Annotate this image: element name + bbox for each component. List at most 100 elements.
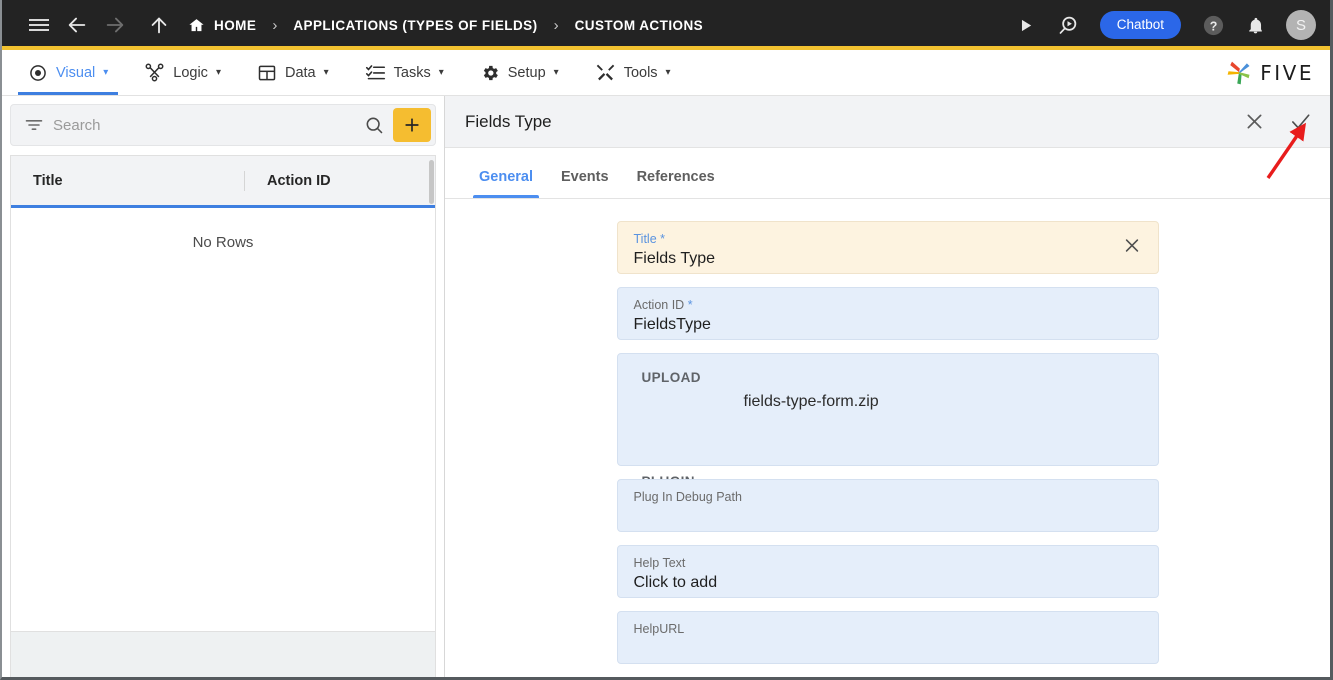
field-action-id[interactable]: Action ID * FieldsType — [617, 287, 1159, 340]
field-upload-plugin[interactable]: UPLOAD PLUGIN fields-type-form.zip — [617, 353, 1159, 466]
breadcrumb-item-applications[interactable]: APPLICATIONS (TYPES OF FIELDS) — [293, 18, 537, 33]
field-title[interactable]: Title * Fields Type — [617, 221, 1159, 274]
page-title: Fields Type — [465, 112, 552, 132]
menu-item-tools[interactable]: Tools ▾ — [577, 50, 689, 95]
svg-text:?: ? — [1209, 19, 1217, 33]
close-icon[interactable] — [1244, 111, 1265, 132]
records-list-panel: Title Action ID No Rows — [2, 96, 445, 677]
hamburger-menu-icon[interactable] — [20, 6, 58, 44]
grid-scrollbar[interactable] — [429, 160, 434, 204]
menu-item-label: Data — [285, 65, 316, 81]
play-icon[interactable] — [1007, 6, 1045, 44]
upload-plugin-label-block: UPLOAD PLUGIN — [642, 366, 746, 574]
field-help-text[interactable]: Help Text Click to add — [617, 545, 1159, 598]
breadcrumb-label: HOME — [214, 18, 256, 33]
arrow-left-icon[interactable] — [58, 6, 96, 44]
chatbot-button[interactable]: Chatbot — [1100, 11, 1181, 39]
menu-item-logic[interactable]: Logic ▾ — [126, 50, 239, 95]
search-input[interactable] — [47, 117, 357, 134]
arrow-up-icon[interactable] — [140, 6, 178, 44]
field-value-action-id: FieldsType — [634, 313, 1142, 337]
field-label-plugin-debug-path: Plug In Debug Path — [634, 489, 1142, 505]
breadcrumb-separator: › — [554, 17, 559, 34]
label-text: Title — [634, 232, 657, 246]
add-record-button[interactable] — [393, 108, 431, 142]
form-header-actions — [1244, 110, 1312, 133]
breadcrumb-separator: › — [272, 17, 277, 34]
five-brand-name: FIVE — [1260, 61, 1314, 85]
field-value-help-url — [634, 637, 1142, 661]
menu-item-label: Setup — [508, 65, 546, 81]
breadcrumb-item-custom-actions[interactable]: CUSTOM ACTIONS — [575, 18, 704, 33]
main-menu-bar: Visual ▾ Logic ▾ Data ▾ Tasks ▾ — [2, 50, 1330, 96]
table-grid-icon — [257, 63, 277, 83]
chevron-down-icon: ▾ — [103, 68, 108, 78]
record-form-panel: Fields Type General Events References — [445, 96, 1330, 677]
breadcrumb: HOME › APPLICATIONS (TYPES OF FIELDS) › … — [188, 17, 703, 34]
clear-title-icon[interactable] — [1122, 235, 1142, 260]
field-value-plugin-debug-path — [634, 505, 1142, 529]
search-play-icon[interactable] — [1049, 6, 1087, 44]
chevron-down-icon: ▾ — [216, 68, 221, 78]
menu-item-setup[interactable]: Setup ▾ — [462, 50, 577, 95]
checklist-icon — [365, 62, 386, 83]
upload-plugin-filename: fields-type-form.zip — [744, 390, 879, 414]
menu-item-label: Visual — [56, 65, 95, 81]
filter-icon[interactable] — [21, 115, 47, 135]
empty-state-message: No Rows — [193, 234, 254, 631]
form-header: Fields Type — [445, 96, 1330, 148]
menu-item-visual[interactable]: Visual ▾ — [10, 50, 126, 95]
field-help-url[interactable]: HelpURL — [617, 611, 1159, 664]
search-icon[interactable] — [357, 115, 391, 135]
field-value-title: Fields Type — [634, 247, 1142, 271]
column-header-action-id[interactable]: Action ID — [244, 171, 435, 191]
field-plugin-debug-path[interactable]: Plug In Debug Path — [617, 479, 1159, 532]
breadcrumb-label: CUSTOM ACTIONS — [575, 18, 704, 33]
chevron-down-icon: ▾ — [666, 68, 671, 78]
help-circle-icon[interactable]: ? — [1194, 6, 1232, 44]
required-asterisk: * — [684, 298, 692, 312]
menu-item-label: Tasks — [394, 65, 431, 81]
field-label-action-id: Action ID * — [634, 297, 1142, 313]
main-content-area: Title Action ID No Rows Fields Type — [2, 96, 1330, 677]
tab-events[interactable]: Events — [547, 169, 623, 198]
menu-item-data[interactable]: Data ▾ — [239, 50, 347, 95]
arrow-right-icon[interactable] — [96, 6, 134, 44]
eye-icon — [28, 63, 48, 83]
application-window: HOME › APPLICATIONS (TYPES OF FIELDS) › … — [0, 0, 1333, 680]
gear-icon — [480, 63, 500, 83]
chevron-down-icon: ▾ — [324, 68, 329, 78]
upload-label-line1: UPLOAD — [642, 366, 746, 470]
field-value-help-text: Click to add — [634, 571, 1142, 595]
top-bar-actions: Chatbot ? S — [1007, 6, 1330, 44]
menu-item-tasks[interactable]: Tasks ▾ — [347, 50, 462, 95]
menu-item-label: Tools — [624, 65, 658, 81]
breadcrumb-label: APPLICATIONS (TYPES OF FIELDS) — [293, 18, 537, 33]
form-tabs: General Events References — [445, 148, 1330, 199]
tab-references[interactable]: References — [623, 169, 729, 198]
five-brand-logo: FIVE — [1224, 50, 1330, 95]
bell-icon[interactable] — [1236, 6, 1274, 44]
avatar[interactable]: S — [1286, 10, 1316, 40]
required-asterisk: * — [657, 232, 665, 246]
five-pinwheel-logo-icon — [1224, 59, 1254, 87]
grid-footer-bar — [11, 631, 435, 677]
form-fields-container: Title * Fields Type Action ID * FieldsTy… — [445, 199, 1330, 677]
top-navigation-bar: HOME › APPLICATIONS (TYPES OF FIELDS) › … — [2, 0, 1330, 50]
logic-nodes-icon — [144, 62, 165, 83]
menu-item-label: Logic — [173, 65, 208, 81]
records-grid: Title Action ID No Rows — [10, 155, 436, 677]
column-header-title[interactable]: Title — [11, 173, 244, 189]
tools-icon — [595, 62, 616, 83]
field-label-help-url: HelpURL — [634, 621, 1142, 637]
chevron-down-icon: ▾ — [554, 68, 559, 78]
search-bar — [10, 104, 436, 146]
breadcrumb-item-home[interactable]: HOME — [188, 17, 256, 34]
field-label-help-text: Help Text — [634, 555, 1142, 571]
home-icon — [188, 17, 205, 34]
grid-header-row: Title Action ID — [11, 156, 435, 208]
grid-body: No Rows — [11, 208, 435, 631]
check-icon[interactable] — [1289, 110, 1312, 133]
tab-general[interactable]: General — [465, 169, 547, 198]
label-text: Action ID — [634, 298, 685, 312]
